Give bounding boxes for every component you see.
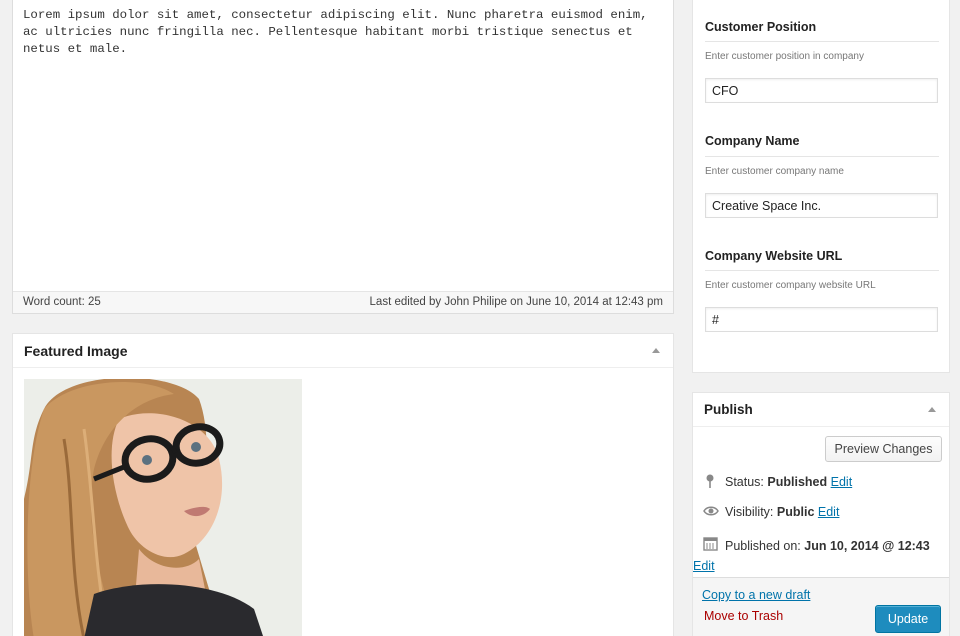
word-count: Word count: 25 <box>23 296 101 308</box>
editor-content[interactable]: Lorem ipsum dolor sit amet, consectetur … <box>23 7 663 58</box>
company-website-label: Company Website URL <box>705 249 843 263</box>
collapse-arrow-icon[interactable] <box>652 348 660 353</box>
company-name-input[interactable]: Creative Space Inc. <box>705 193 938 218</box>
featured-image-title: Featured Image <box>24 343 128 359</box>
divider <box>705 41 939 42</box>
publish-actions: Copy to a new draft Move to Trash Update <box>693 577 949 636</box>
company-name-description: Enter customer company name <box>705 166 844 177</box>
collapse-arrow-icon[interactable] <box>928 407 936 412</box>
divider <box>705 270 939 271</box>
last-edited: Last edited by John Philipe on June 10, … <box>369 296 663 308</box>
publish-title: Publish <box>704 402 753 417</box>
move-to-trash-link[interactable]: Move to Trash <box>704 609 783 623</box>
status-value: Published <box>767 474 828 489</box>
update-button[interactable]: Update <box>875 605 941 633</box>
published-on-row: Published on: Jun 10, 2014 @ 12:43 Edit <box>693 536 939 576</box>
featured-image-box: Featured Image <box>12 333 674 636</box>
edit-status-link[interactable]: Edit <box>831 475 853 489</box>
customer-position-description: Enter customer position in company <box>705 51 864 62</box>
post-editor: Lorem ipsum dolor sit amet, consectetur … <box>12 0 674 314</box>
featured-image-header[interactable]: Featured Image <box>13 334 673 368</box>
divider <box>705 156 939 157</box>
editor-status-bar: Word count: 25 Last edited by John Phili… <box>13 291 673 313</box>
portrait-photo-icon <box>24 379 302 636</box>
customer-position-input[interactable]: CFO <box>705 78 938 103</box>
company-website-input[interactable]: # <box>705 307 938 332</box>
published-on-value: Jun 10, 2014 @ 12:43 <box>804 538 930 553</box>
featured-image-thumbnail[interactable] <box>24 379 302 636</box>
published-on-label: Published on: <box>725 538 801 553</box>
visibility-label: Visibility: <box>725 505 774 519</box>
company-website-description: Enter customer company website URL <box>705 280 876 291</box>
calendar-icon <box>703 536 719 557</box>
status-row: Status: Published Edit <box>703 473 852 492</box>
status-label: Status: <box>725 474 764 489</box>
publish-header[interactable]: Publish <box>693 393 949 427</box>
visibility-value: Public <box>776 505 815 519</box>
edit-date-link[interactable]: Edit <box>693 559 715 573</box>
customer-position-label: Customer Position <box>705 20 817 34</box>
pin-icon <box>703 473 719 492</box>
company-name-label: Company Name <box>705 134 800 148</box>
preview-changes-button[interactable]: Preview Changes <box>825 436 942 462</box>
edit-visibility-link[interactable]: Edit <box>818 505 840 519</box>
customer-details-box: Customer Position Enter customer positio… <box>692 0 950 373</box>
visibility-row: Visibility: Public Edit <box>703 505 839 520</box>
copy-to-draft-link[interactable]: Copy to a new draft <box>702 588 810 602</box>
publish-box: Publish Preview Changes Status: Publishe… <box>692 392 950 636</box>
eye-icon <box>703 505 719 520</box>
